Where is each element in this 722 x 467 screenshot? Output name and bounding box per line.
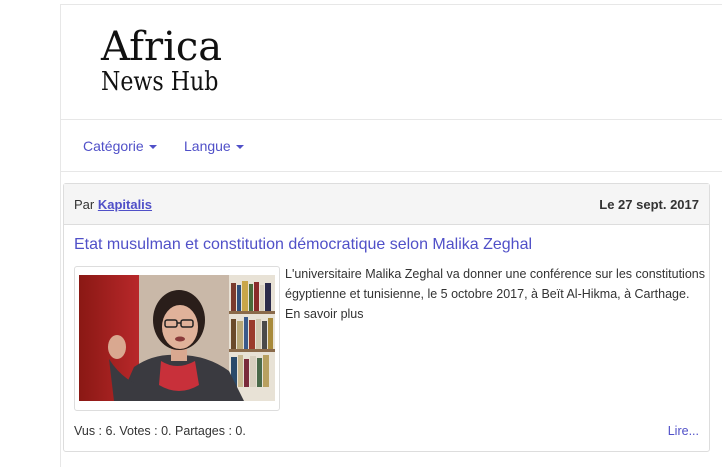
nav-dropdown-categorie[interactable]: Catégorie [83, 138, 157, 154]
navbar: Catégorie Langue [60, 119, 722, 172]
nav-dropdown-langue[interactable]: Langue [184, 138, 244, 154]
logo-line-africa: Africa [101, 24, 223, 70]
caret-down-icon [235, 145, 244, 150]
site-header: Africa News Hub [60, 4, 722, 119]
article-stats: Vus : 6. Votes : 0. Partages : 0. [74, 424, 246, 438]
article-title-link[interactable]: Etat musulman et constitution démocratiq… [74, 236, 532, 254]
article-summary-text: L'universitaire Malika Zeghal va donner … [285, 267, 705, 301]
nav-categorie-label: Catégorie [83, 138, 144, 154]
author-link[interactable]: Kapitalis [98, 197, 152, 212]
article-date: Le 27 sept. 2017 [599, 197, 699, 212]
en-savoir-plus-link[interactable]: En savoir plus [285, 307, 364, 321]
article-byline: Par Kapitalis [74, 197, 152, 212]
logo-line-news-hub: News Hub [101, 67, 219, 97]
article-thumbnail-frame [74, 266, 280, 411]
nav-langue-label: Langue [184, 138, 231, 154]
left-gutter [0, 0, 60, 467]
article-summary: L'universitaire Malika Zeghal va donner … [285, 264, 705, 324]
article-thumbnail[interactable] [79, 275, 275, 401]
caret-down-icon [148, 145, 157, 150]
byline-prefix: Par [74, 197, 98, 212]
article-card: Par Kapitalis Le 27 sept. 2017 Etat musu… [63, 183, 710, 452]
article-card-header: Par Kapitalis Le 27 sept. 2017 [64, 184, 709, 225]
site-logo[interactable]: Africa News Hub [101, 27, 239, 95]
read-more-link[interactable]: Lire... [668, 424, 699, 438]
page: Africa News Hub Catégorie Langue Par Kap… [0, 0, 722, 467]
